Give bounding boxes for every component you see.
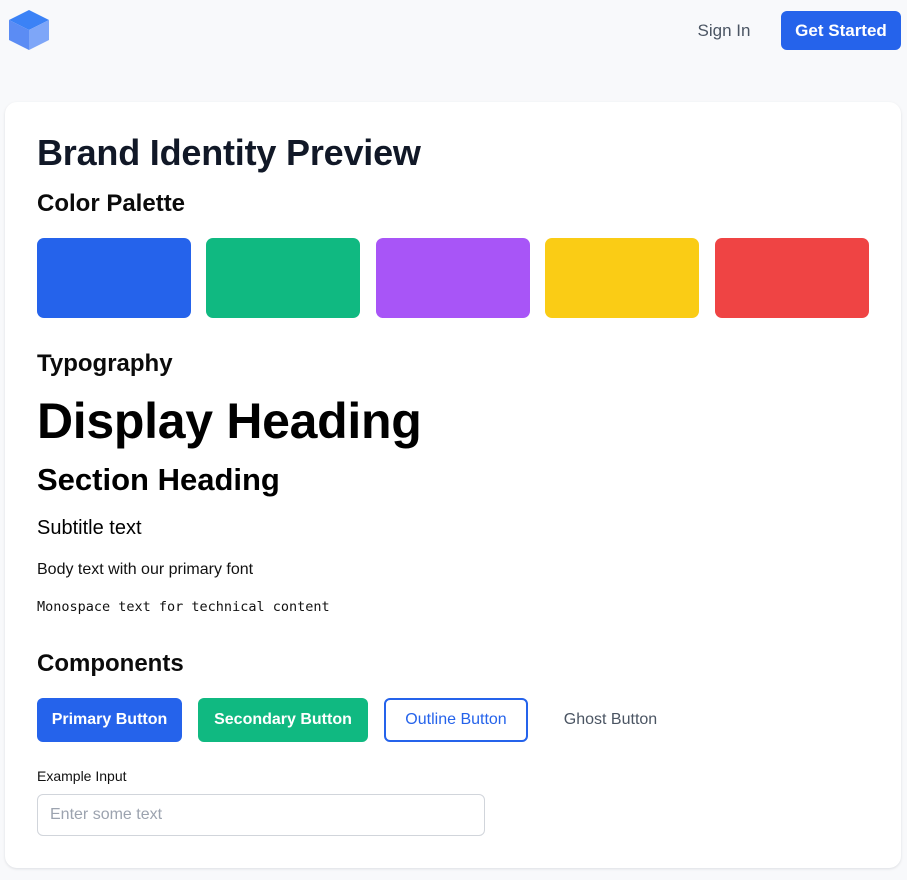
secondary-button[interactable]: Secondary Button	[198, 698, 368, 742]
section-heading-sample: Section Heading	[37, 462, 280, 497]
color-swatch-5	[715, 238, 869, 318]
cube-logo-icon[interactable]	[7, 8, 51, 52]
top-nav-bar: Sign In Get Started	[0, 0, 907, 62]
typography-heading: Typography	[37, 350, 173, 377]
color-swatch-3	[376, 238, 530, 318]
page-title: Brand Identity Preview	[37, 132, 421, 173]
sign-in-link[interactable]: Sign In	[681, 11, 767, 50]
body-text-sample: Body text with our primary font	[37, 561, 254, 578]
color-palette-heading: Color Palette	[37, 190, 186, 217]
display-heading-sample: Display Heading	[37, 393, 422, 449]
color-swatch-1	[37, 238, 191, 318]
components-heading: Components	[37, 650, 184, 677]
monospace-text-sample: Monospace text for technical content	[37, 599, 330, 615]
get-started-button[interactable]: Get Started	[781, 11, 901, 50]
example-input-label: Example Input	[37, 768, 127, 784]
subtitle-sample: Subtitle text	[37, 517, 142, 539]
color-swatch-row	[37, 238, 869, 318]
ghost-button[interactable]: Ghost Button	[544, 698, 677, 742]
example-text-input[interactable]	[37, 794, 485, 836]
color-swatch-2	[206, 238, 360, 318]
brand-preview-card: Brand Identity Preview Color Palette Typ…	[5, 102, 901, 868]
outline-button[interactable]: Outline Button	[384, 698, 528, 742]
color-swatch-4	[545, 238, 699, 318]
primary-button[interactable]: Primary Button	[37, 698, 182, 742]
